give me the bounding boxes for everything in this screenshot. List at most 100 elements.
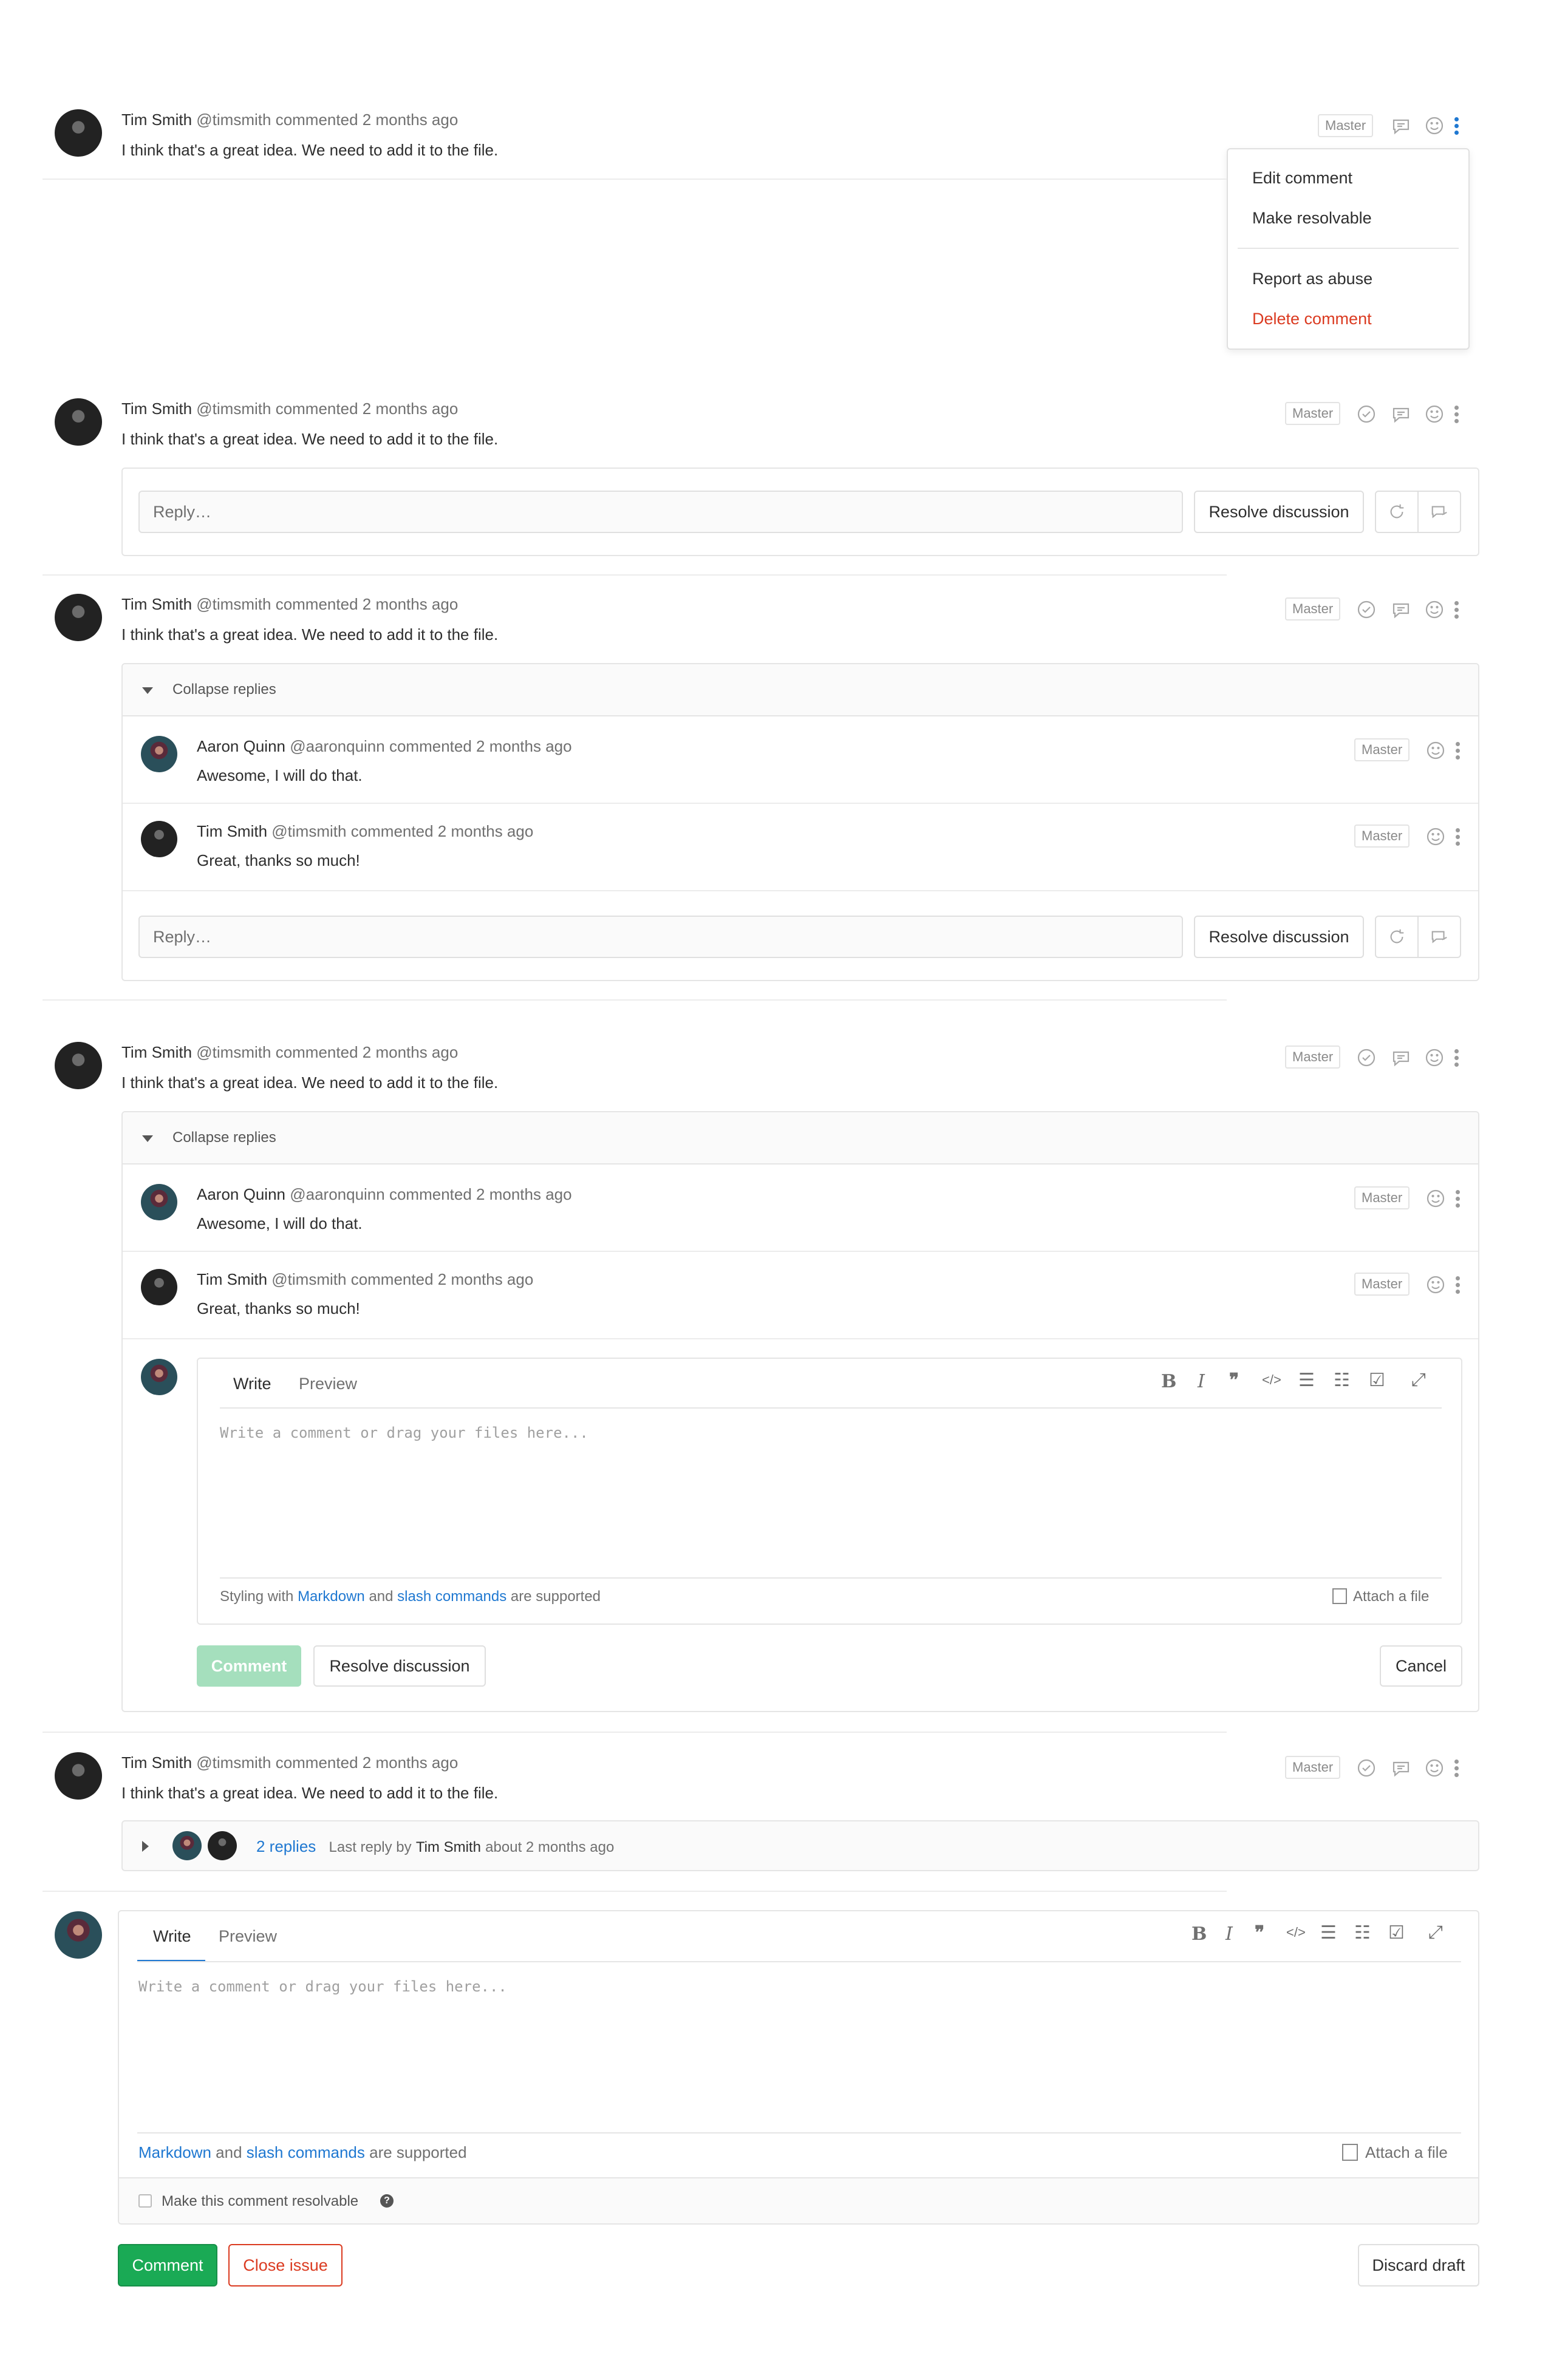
- numbered-list-icon[interactable]: ☷: [1354, 1922, 1371, 1943]
- jump-unresolved-button[interactable]: [1375, 491, 1419, 533]
- italic-icon[interactable]: I: [1225, 1923, 1233, 1945]
- edit-comment-item[interactable]: Edit comment: [1252, 169, 1352, 188]
- bullet-list-icon[interactable]: ☰: [1320, 1922, 1337, 1943]
- numbered-list-icon[interactable]: ☷: [1334, 1370, 1350, 1391]
- note-time[interactable]: 2 months ago: [363, 1043, 458, 1061]
- note-author[interactable]: Tim Smith: [121, 399, 192, 418]
- replies-count-link[interactable]: 2 replies: [256, 1837, 316, 1855]
- avatar[interactable]: [141, 821, 177, 857]
- slash-commands-link[interactable]: slash commands: [397, 1588, 506, 1605]
- delete-comment-item[interactable]: Delete comment: [1252, 310, 1372, 328]
- code-icon[interactable]: </>: [1286, 1925, 1306, 1940]
- note-handle[interactable]: @timsmith: [196, 1043, 271, 1061]
- avatar[interactable]: [55, 398, 102, 446]
- tab-preview[interactable]: Preview: [219, 1927, 277, 1946]
- bold-icon[interactable]: B: [1191, 1923, 1207, 1945]
- emoji-icon[interactable]: [1425, 740, 1446, 761]
- more-actions-icon[interactable]: [1453, 1048, 1459, 1070]
- emoji-icon[interactable]: [1425, 1274, 1446, 1295]
- quote-icon[interactable]: ❞: [1229, 1370, 1239, 1391]
- avatar[interactable]: [55, 109, 102, 157]
- discard-draft-button[interactable]: Discard draft: [1358, 2244, 1479, 2286]
- emoji-icon[interactable]: [1425, 1188, 1446, 1209]
- help-icon[interactable]: ?: [380, 2194, 394, 2208]
- avatar[interactable]: [141, 736, 177, 772]
- emoji-icon[interactable]: [1425, 826, 1446, 847]
- tab-preview[interactable]: Preview: [299, 1375, 357, 1393]
- note-time[interactable]: 2 months ago: [363, 399, 458, 418]
- more-actions-icon[interactable]: [1453, 116, 1459, 138]
- italic-icon[interactable]: I: [1198, 1371, 1205, 1392]
- comment-button[interactable]: Comment: [118, 2244, 217, 2286]
- report-abuse-item[interactable]: Report as abuse: [1252, 270, 1372, 288]
- comment-icon[interactable]: [1391, 1758, 1411, 1778]
- avatar[interactable]: [55, 594, 102, 641]
- emoji-icon[interactable]: [1424, 1758, 1445, 1778]
- tab-write[interactable]: Write: [153, 1927, 191, 1946]
- collapse-replies-bar[interactable]: Collapse replies: [123, 664, 1478, 716]
- reply-time[interactable]: 2 months ago: [438, 822, 534, 840]
- markdown-link[interactable]: Markdown: [138, 2143, 211, 2161]
- reply-input[interactable]: Reply…: [138, 916, 1183, 958]
- reply-author[interactable]: Tim Smith: [197, 822, 267, 840]
- task-list-icon[interactable]: ☑: [1388, 1922, 1405, 1943]
- avatar[interactable]: [55, 1752, 102, 1800]
- more-actions-icon[interactable]: [1453, 404, 1459, 426]
- comment-textarea[interactable]: Write a comment or drag your files here.…: [220, 1424, 588, 1441]
- make-resolvable-item[interactable]: Make resolvable: [1252, 209, 1372, 228]
- more-actions-icon[interactable]: [1453, 1758, 1459, 1780]
- reply-handle[interactable]: @timsmith: [271, 822, 346, 840]
- avatar[interactable]: [55, 1042, 102, 1089]
- more-actions-icon[interactable]: [1453, 600, 1459, 622]
- resolve-check-icon[interactable]: [1356, 599, 1377, 620]
- more-actions-icon[interactable]: [1454, 741, 1461, 763]
- avatar[interactable]: [141, 1184, 177, 1220]
- reply-input[interactable]: Reply…: [138, 491, 1183, 533]
- collapsed-replies-bar[interactable]: 2 replies Last reply by Tim Smith about …: [121, 1820, 1479, 1871]
- bold-icon[interactable]: B: [1161, 1371, 1176, 1392]
- comment-icon[interactable]: [1391, 1047, 1411, 1068]
- reply-time[interactable]: 2 months ago: [476, 1185, 572, 1203]
- note-time[interactable]: 2 months ago: [363, 110, 458, 129]
- note-time[interactable]: 2 months ago: [363, 595, 458, 613]
- fullscreen-icon[interactable]: ⤢: [1411, 1370, 1426, 1390]
- markdown-link[interactable]: Markdown: [298, 1588, 365, 1605]
- fullscreen-icon[interactable]: ⤢: [1428, 1922, 1443, 1943]
- reply-author[interactable]: Tim Smith: [197, 1270, 267, 1288]
- cancel-button[interactable]: Cancel: [1380, 1645, 1462, 1687]
- comment-icon[interactable]: [1391, 115, 1411, 136]
- comment-button[interactable]: Comment: [197, 1645, 301, 1687]
- resolve-check-icon[interactable]: [1356, 404, 1377, 424]
- note-handle[interactable]: @timsmith: [196, 595, 271, 613]
- note-handle[interactable]: @timsmith: [196, 399, 271, 418]
- comment-icon[interactable]: [1391, 599, 1411, 620]
- resolve-discussion-button[interactable]: Resolve discussion: [1194, 491, 1364, 533]
- note-handle[interactable]: @timsmith: [196, 1753, 271, 1772]
- new-issue-discussion-button[interactable]: [1417, 916, 1461, 958]
- new-issue-discussion-button[interactable]: [1417, 491, 1461, 533]
- attach-file-link[interactable]: Attach a file: [1332, 1588, 1429, 1605]
- note-author[interactable]: Tim Smith: [121, 1043, 192, 1061]
- resolve-discussion-button[interactable]: Resolve discussion: [313, 1645, 486, 1687]
- note-time[interactable]: 2 months ago: [363, 1753, 458, 1772]
- emoji-icon[interactable]: [1424, 1047, 1445, 1068]
- close-issue-button[interactable]: Close issue: [228, 2244, 343, 2286]
- resolvable-label[interactable]: Make this comment resolvable: [162, 2193, 358, 2210]
- collapse-replies-bar[interactable]: Collapse replies: [123, 1112, 1478, 1164]
- emoji-icon[interactable]: [1424, 115, 1445, 136]
- tab-write[interactable]: Write: [233, 1375, 271, 1393]
- code-icon[interactable]: </>: [1262, 1372, 1281, 1388]
- reply-author[interactable]: Aaron Quinn: [197, 1185, 285, 1203]
- avatar[interactable]: [141, 1269, 177, 1305]
- reply-handle[interactable]: @timsmith: [271, 1270, 346, 1288]
- more-actions-icon[interactable]: [1454, 1189, 1461, 1211]
- reply-time[interactable]: 2 months ago: [476, 737, 572, 755]
- quote-icon[interactable]: ❞: [1255, 1922, 1264, 1943]
- task-list-icon[interactable]: ☑: [1369, 1370, 1385, 1391]
- note-author[interactable]: Tim Smith: [121, 110, 192, 129]
- bullet-list-icon[interactable]: ☰: [1298, 1370, 1315, 1391]
- emoji-icon[interactable]: [1424, 599, 1445, 620]
- note-author[interactable]: Tim Smith: [121, 595, 192, 613]
- comment-textarea[interactable]: Write a comment or drag your files here.…: [138, 1978, 507, 1995]
- more-actions-icon[interactable]: [1454, 827, 1461, 849]
